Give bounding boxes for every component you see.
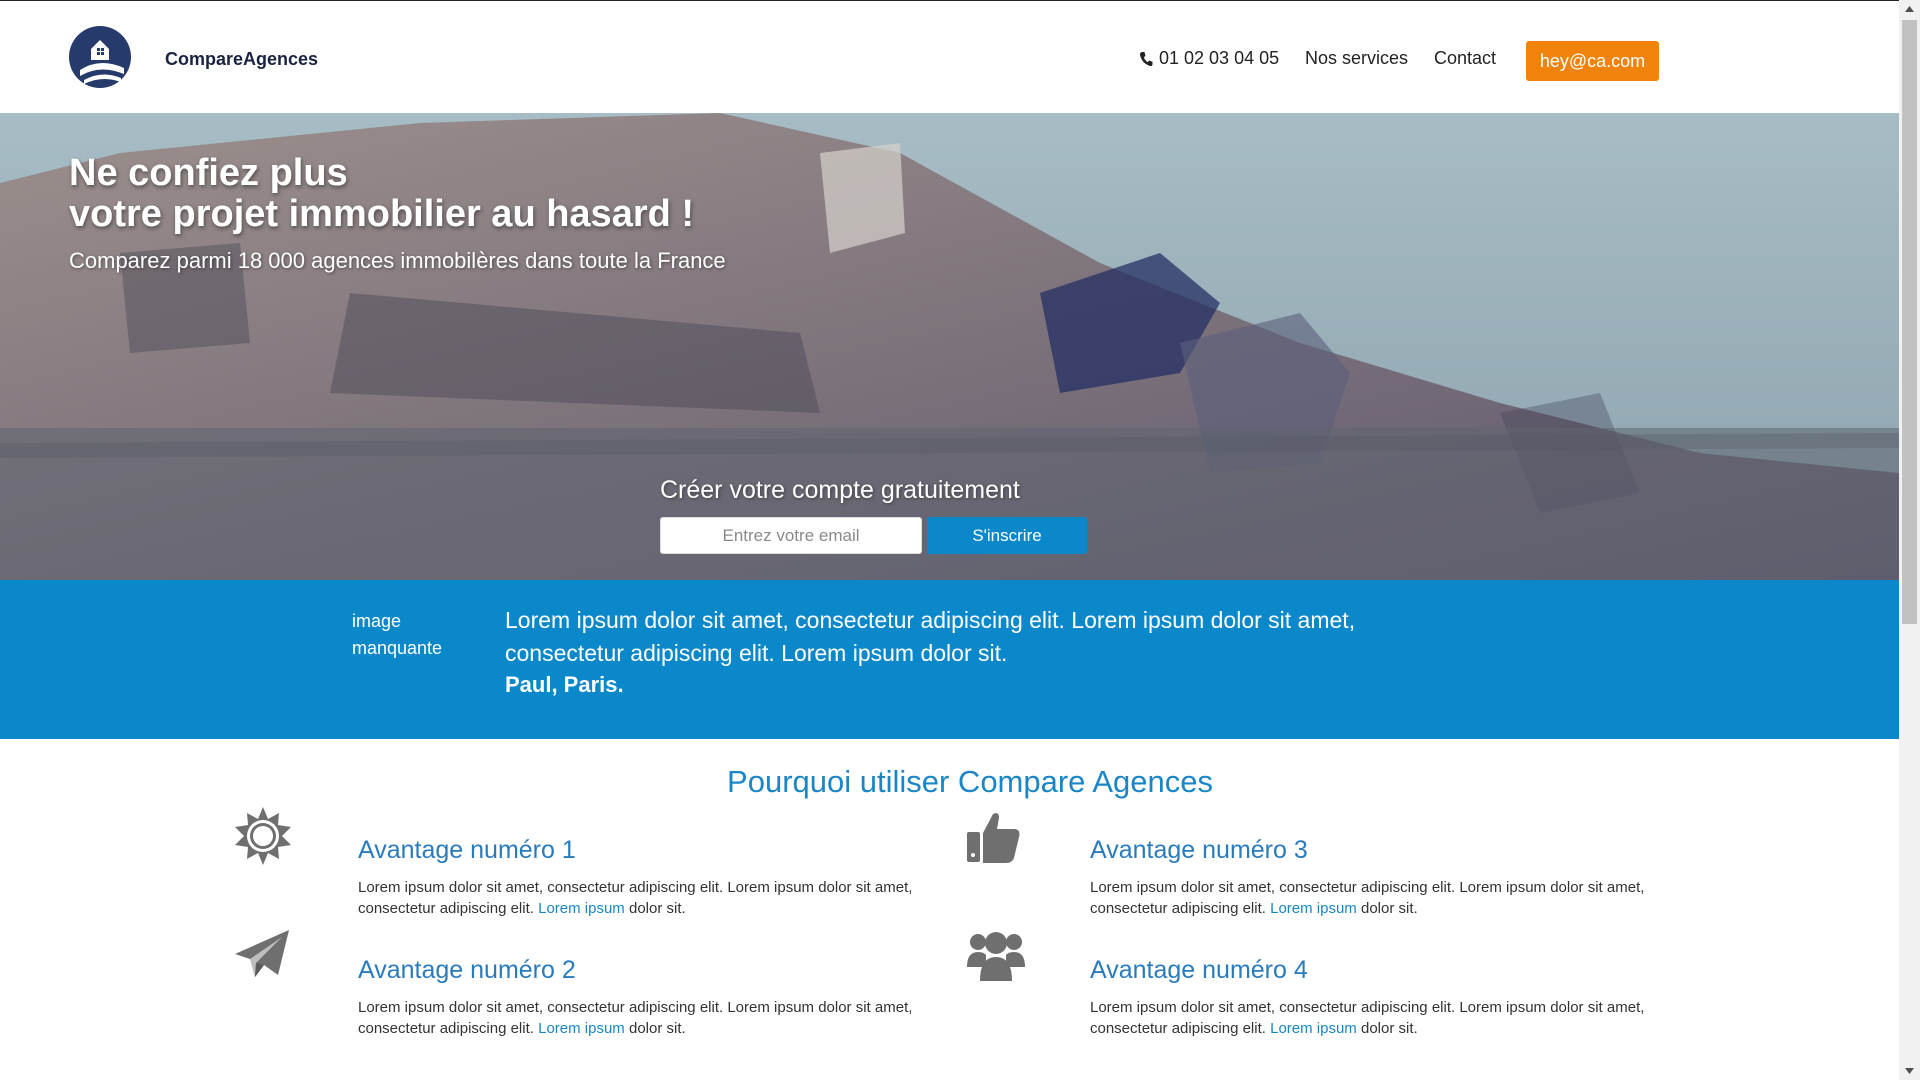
missing-image-line2: manquante xyxy=(352,638,443,658)
advantage-text-4-after: dolor sit. xyxy=(1356,1020,1418,1037)
advantage-text-2-line2: consectetur adipiscing elit. Lorem ipsum… xyxy=(358,1018,918,1039)
advantage-title-1: Avantage numéro 1 xyxy=(358,836,576,864)
users-icon xyxy=(967,932,1025,981)
advantage-text-3-line2: consectetur adipiscing elit. Lorem ipsum… xyxy=(1090,898,1650,919)
advantage-text-2-line1: Lorem ipsum dolor sit amet, consectetur … xyxy=(358,999,913,1016)
email-input[interactable] xyxy=(660,517,922,554)
advantages-title: Pourquoi utiliser Compare Agences xyxy=(727,764,1213,799)
advantage-title-3: Avantage numéro 3 xyxy=(1090,836,1308,864)
phone-icon xyxy=(1139,51,1153,66)
advantage-text-1: Lorem ipsum dolor sit amet, consectetur … xyxy=(358,877,918,919)
nav-phone[interactable]: 01 02 03 04 05 xyxy=(1139,48,1279,69)
site-header: CompareAgences 01 02 03 04 05 Nos servic… xyxy=(0,1,1899,113)
testimonial-section: image manquante Lorem ipsum dolor sit am… xyxy=(0,580,1899,739)
advantage-text-3-line1: Lorem ipsum dolor sit amet, consectetur … xyxy=(1090,879,1645,896)
advantage-link-2[interactable]: Lorem ipsum xyxy=(538,1020,625,1037)
missing-image-line1: image xyxy=(352,611,402,631)
missing-image-placeholder: image manquante xyxy=(352,608,462,662)
advantage-text-3-after: dolor sit. xyxy=(1356,900,1418,917)
signup-button[interactable]: S'inscrire xyxy=(927,517,1087,554)
testimonial-author: Paul, Paris. xyxy=(505,672,624,697)
advantage-text-3-before: consectetur adipiscing elit. xyxy=(1090,900,1271,917)
advantage-text-1-line1: Lorem ipsum dolor sit amet, consectetur … xyxy=(358,879,913,896)
advantage-text-2-before: consectetur adipiscing elit. xyxy=(358,1020,539,1037)
advantage-link-4[interactable]: Lorem ipsum xyxy=(1270,1020,1357,1037)
quote-line1: Lorem ipsum dolor sit amet, consectetur … xyxy=(505,607,1356,633)
nav-services-link[interactable]: Nos services xyxy=(1305,48,1408,69)
email-cta-button[interactable]: hey@ca.com xyxy=(1526,41,1659,81)
phone-number: 01 02 03 04 05 xyxy=(1159,48,1280,68)
testimonial-quote: Lorem ipsum dolor sit amet, consectetur … xyxy=(505,604,1375,670)
hero-subtitle: Comparez parmi 18 000 agences immobilère… xyxy=(69,248,726,273)
advantage-title-4: Avantage numéro 4 xyxy=(1090,956,1308,984)
page: CompareAgences 01 02 03 04 05 Nos servic… xyxy=(0,0,1899,1080)
signup-title: Créer votre compte gratuitement xyxy=(660,476,1020,504)
advantage-text-1-before: consectetur adipiscing elit. xyxy=(358,900,539,917)
quote-line2: consectetur adipiscing elit. Lorem ipsum… xyxy=(505,640,1008,666)
advantage-text-4-line2: consectetur adipiscing elit. Lorem ipsum… xyxy=(1090,1018,1650,1039)
advantage-text-1-after: dolor sit. xyxy=(624,900,686,917)
sun-icon xyxy=(235,807,291,865)
scrollbar-thumb xyxy=(1902,20,1917,624)
browser-viewport: CompareAgences 01 02 03 04 05 Nos servic… xyxy=(0,0,1920,1080)
hero-title: Ne confiez plus votre projet immobilier … xyxy=(69,153,694,235)
advantage-text-2: Lorem ipsum dolor sit amet, consectetur … xyxy=(358,997,918,1039)
hero-title-line2: votre projet immobilier au hasard ! xyxy=(69,193,695,235)
advantage-text-4: Lorem ipsum dolor sit amet, consectetur … xyxy=(1090,997,1650,1039)
advantage-text-4-line1: Lorem ipsum dolor sit amet, consectetur … xyxy=(1090,999,1645,1016)
advantage-link-1[interactable]: Lorem ipsum xyxy=(538,900,625,917)
advantage-text-1-line2: consectetur adipiscing elit. Lorem ipsum… xyxy=(358,898,918,919)
advantage-text-4-before: consectetur adipiscing elit. xyxy=(1090,1020,1271,1037)
hero-title-line1: Ne confiez plus xyxy=(69,152,348,194)
advantage-title-2: Avantage numéro 2 xyxy=(358,956,576,984)
advantage-text-3: Lorem ipsum dolor sit amet, consectetur … xyxy=(1090,877,1650,919)
brand-name[interactable]: CompareAgences xyxy=(165,49,318,70)
nav-contact-link[interactable]: Contact xyxy=(1434,48,1496,69)
paper-plane-icon xyxy=(235,930,289,977)
advantage-text-2-after: dolor sit. xyxy=(624,1020,686,1037)
thumbs-up-icon xyxy=(967,813,1020,863)
advantage-link-3[interactable]: Lorem ipsum xyxy=(1270,900,1357,917)
hero-section: Ne confiez plus votre projet immobilier … xyxy=(0,113,1899,580)
vertical-scrollbar[interactable] xyxy=(1899,0,1920,1080)
logo-icon[interactable] xyxy=(68,25,132,89)
